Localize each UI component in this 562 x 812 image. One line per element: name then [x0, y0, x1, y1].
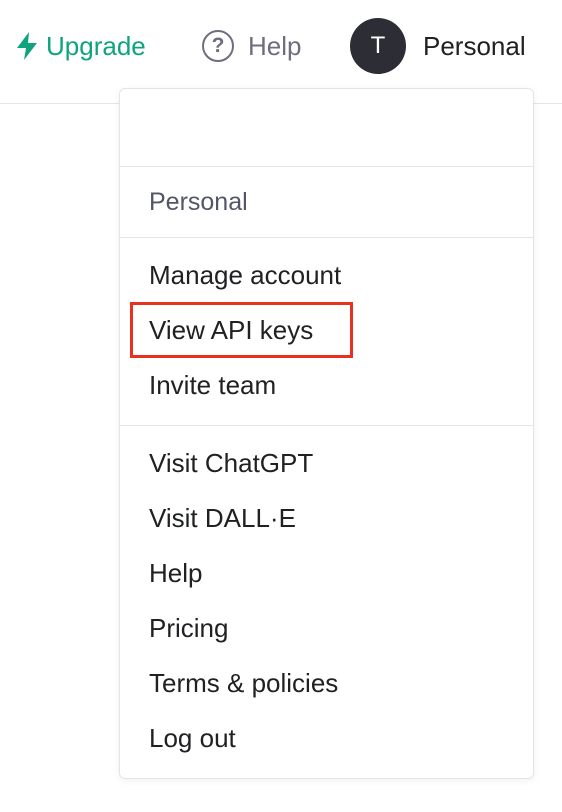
page: Upgrade ? Help T Personal Personal Manag… — [0, 0, 562, 812]
upgrade-label: Upgrade — [46, 30, 146, 61]
help-label: Help — [248, 30, 302, 61]
upgrade-link[interactable]: Upgrade — [16, 28, 146, 64]
menu-item-manage-account[interactable]: Manage account — [120, 248, 533, 303]
lightning-bolt-icon — [17, 32, 37, 60]
menu-item-log-out[interactable]: Log out — [120, 711, 533, 766]
avatar: T — [350, 18, 406, 74]
dropdown-section-title: Personal — [120, 167, 533, 238]
link-items-group: Visit ChatGPT Visit DALL·E Help Pricing … — [120, 426, 533, 776]
menu-item-invite-team[interactable]: Invite team — [120, 358, 533, 413]
menu-item-terms-policies[interactable]: Terms & policies — [120, 656, 533, 711]
account-items-group: Manage account View API keys Invite team — [120, 238, 533, 426]
menu-item-label: View API keys — [149, 315, 314, 345]
menu-item-help[interactable]: Help — [120, 546, 533, 601]
menu-item-pricing[interactable]: Pricing — [120, 601, 533, 656]
question-circle-icon: ? — [202, 30, 234, 62]
account-name: Personal — [423, 30, 526, 61]
dropdown-header-blank — [120, 89, 533, 167]
menu-item-visit-dalle[interactable]: Visit DALL·E — [120, 491, 533, 546]
menu-item-visit-chatgpt[interactable]: Visit ChatGPT — [120, 436, 533, 491]
account-dropdown-menu: Personal Manage account View API keys In… — [119, 88, 534, 779]
menu-item-view-api-keys[interactable]: View API keys — [120, 302, 533, 358]
account-menu-button[interactable]: T Personal — [350, 18, 526, 74]
help-link[interactable]: ? Help — [202, 28, 301, 64]
